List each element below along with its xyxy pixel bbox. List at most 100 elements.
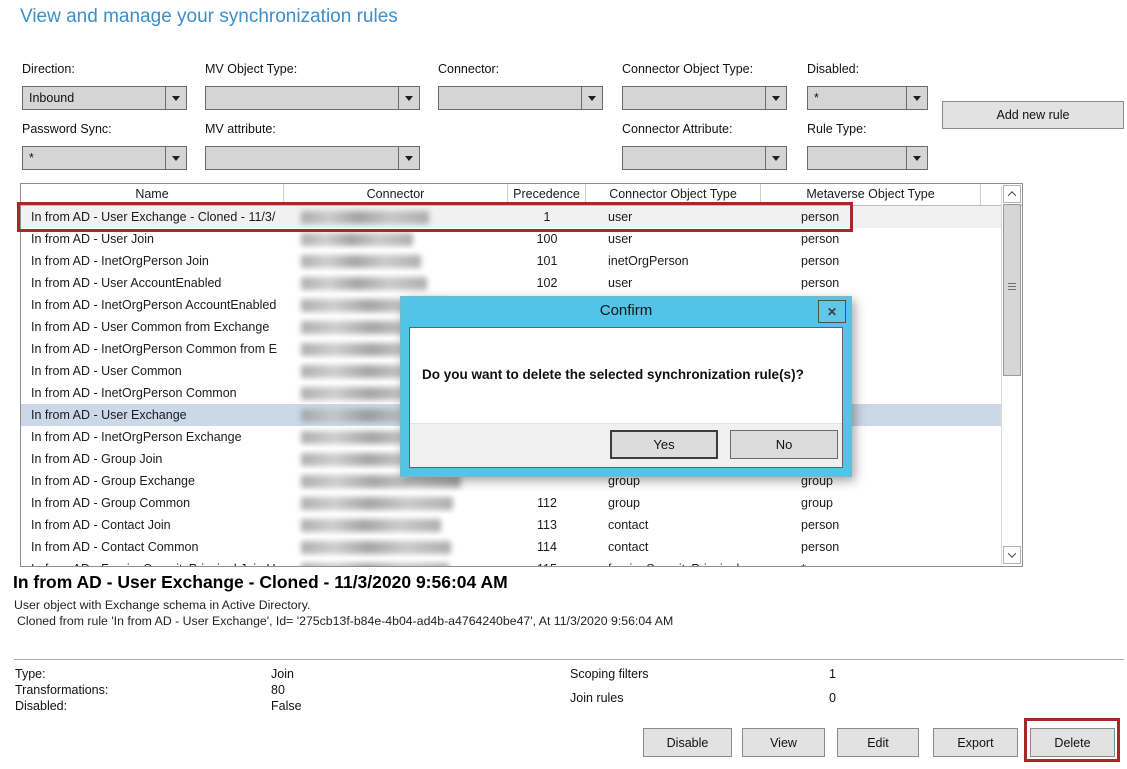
- type-value: Join: [271, 667, 294, 681]
- table-row[interactable]: In from AD - User Exchange - Cloned - 11…: [21, 206, 1002, 228]
- connector-object-type-cell: contact: [586, 540, 761, 554]
- chevron-down-icon: [398, 146, 420, 170]
- precedence-cell: 115: [508, 562, 586, 567]
- chevron-down-icon: [906, 146, 928, 170]
- scoping-filters-label: Scoping filters: [570, 667, 649, 681]
- rule-name-cell: In from AD - InetOrgPerson Common from E: [21, 342, 284, 356]
- connector-select[interactable]: [438, 86, 603, 110]
- connector-object-type-cell: group: [586, 496, 761, 510]
- mv-object-type-label: MV Object Type:: [205, 62, 297, 76]
- rule-name-cell: In from AD - InetOrgPerson Exchange: [21, 430, 284, 444]
- vertical-scrollbar[interactable]: [1001, 185, 1021, 565]
- rule-name-cell: In from AD - Contact Common: [21, 540, 284, 554]
- connector-object-type-select[interactable]: [622, 86, 787, 110]
- connector-object-type-label: Connector Object Type:: [622, 62, 753, 76]
- redacted-connector-name: [301, 233, 413, 246]
- precedence-cell: 101: [508, 254, 586, 268]
- rule-name-cell: In from AD - Contact Join: [21, 518, 284, 532]
- confirm-dialog: Confirm ✕ Do you want to delete the sele…: [400, 296, 852, 477]
- connector-cell: [284, 492, 508, 514]
- dialog-title: Confirm: [401, 302, 851, 319]
- close-icon[interactable]: ✕: [818, 300, 846, 323]
- direction-select[interactable]: Inbound: [22, 86, 187, 110]
- scroll-up-button[interactable]: [1003, 185, 1021, 203]
- precedence-cell: 100: [508, 232, 586, 246]
- connector-attribute-select[interactable]: [622, 146, 787, 170]
- table-row[interactable]: In from AD - Contact Common114contactper…: [21, 536, 1002, 558]
- password-sync-label: Password Sync:: [22, 122, 112, 136]
- rule-name-cell: In from AD - Group Common: [21, 496, 284, 510]
- connector-cell: [284, 514, 508, 536]
- connector-cell: [284, 558, 508, 567]
- connector-cell: [284, 206, 508, 228]
- metaverse-object-type-cell: group: [761, 496, 981, 510]
- precedence-cell: 113: [508, 518, 586, 532]
- connector-cell: [284, 536, 508, 558]
- password-sync-select[interactable]: *: [22, 146, 187, 170]
- page-title: View and manage your synchronization rul…: [20, 6, 398, 28]
- redacted-connector-name: [301, 497, 453, 510]
- connector-object-type-cell: contact: [586, 518, 761, 532]
- rule-name-cell: In from AD - InetOrgPerson Common: [21, 386, 284, 400]
- mv-object-type-select[interactable]: [205, 86, 420, 110]
- table-row[interactable]: In from AD - ForeignSecurityPrincipal Jo…: [21, 558, 1002, 567]
- connector-attribute-label: Connector Attribute:: [622, 122, 732, 136]
- column-header-connector-object-type[interactable]: Connector Object Type: [586, 184, 761, 205]
- disabled-select[interactable]: *: [807, 86, 928, 110]
- chevron-down-icon: [906, 86, 928, 110]
- chevron-down-icon: [765, 86, 787, 110]
- rule-type-select[interactable]: [807, 146, 928, 170]
- no-button[interactable]: No: [730, 430, 838, 459]
- sync-rules-editor-window: View and manage your synchronization rul…: [0, 0, 1127, 769]
- view-button[interactable]: View: [742, 728, 825, 757]
- connector-cell: [284, 272, 508, 294]
- redacted-connector-name: [301, 277, 427, 290]
- yes-button[interactable]: Yes: [610, 430, 718, 459]
- connector-cell: [284, 250, 508, 272]
- connector-object-type-cell: foreignSecurityPrincipal: [586, 562, 761, 567]
- mv-attribute-select[interactable]: [205, 146, 420, 170]
- export-button[interactable]: Export: [933, 728, 1018, 757]
- rule-name-cell: In from AD - ForeignSecurityPrincipal Jo…: [21, 562, 284, 567]
- table-row[interactable]: In from AD - InetOrgPerson Join101inetOr…: [21, 250, 1002, 272]
- scrollbar-thumb[interactable]: [1003, 204, 1021, 376]
- column-header-connector[interactable]: Connector: [284, 184, 508, 205]
- rule-name-cell: In from AD - Group Join: [21, 452, 284, 466]
- table-row[interactable]: In from AD - User AccountEnabled102userp…: [21, 272, 1002, 294]
- rule-name-cell: In from AD - User AccountEnabled: [21, 276, 284, 290]
- rule-clone-info: Cloned from rule 'In from AD - User Exch…: [17, 614, 673, 628]
- redacted-connector-name: [301, 211, 429, 224]
- grip-icon: [1008, 283, 1016, 291]
- column-header-name[interactable]: Name: [21, 184, 284, 205]
- connector-cell: [284, 228, 508, 250]
- scoping-filters-value: 1: [829, 667, 836, 681]
- rule-detail-heading: In from AD - User Exchange - Cloned - 11…: [13, 572, 508, 593]
- table-row[interactable]: In from AD - User Join100userperson: [21, 228, 1002, 250]
- redacted-connector-name: [301, 541, 451, 554]
- join-rules-label: Join rules: [570, 691, 624, 705]
- chevron-down-icon: [398, 86, 420, 110]
- chevron-down-icon: [165, 146, 187, 170]
- chevron-down-icon: [765, 146, 787, 170]
- scroll-down-button[interactable]: [1003, 546, 1021, 564]
- redacted-connector-name: [301, 255, 421, 268]
- chevron-down-icon: [165, 86, 187, 110]
- table-row[interactable]: In from AD - Contact Join113contactperso…: [21, 514, 1002, 536]
- table-row[interactable]: In from AD - Group Common112groupgroup: [21, 492, 1002, 514]
- section-divider: [14, 659, 1124, 660]
- edit-button[interactable]: Edit: [837, 728, 919, 757]
- add-new-rule-button[interactable]: Add new rule: [942, 101, 1124, 129]
- rule-name-cell: In from AD - User Join: [21, 232, 284, 246]
- rule-name-cell: In from AD - User Common: [21, 364, 284, 378]
- rule-description: User object with Exchange schema in Acti…: [14, 598, 310, 612]
- disable-button[interactable]: Disable: [643, 728, 732, 757]
- join-rules-value: 0: [829, 691, 836, 705]
- rule-name-cell: In from AD - InetOrgPerson Join: [21, 254, 284, 268]
- column-header-precedence[interactable]: Precedence: [508, 184, 586, 205]
- table-header: Name Connector Precedence Connector Obje…: [21, 184, 1022, 206]
- chevron-up-icon: [1008, 191, 1016, 199]
- delete-button[interactable]: Delete: [1030, 728, 1115, 757]
- connector-object-type-cell: user: [586, 210, 761, 224]
- column-header-metaverse-object-type[interactable]: Metaverse Object Type: [761, 184, 981, 205]
- precedence-cell: 102: [508, 276, 586, 290]
